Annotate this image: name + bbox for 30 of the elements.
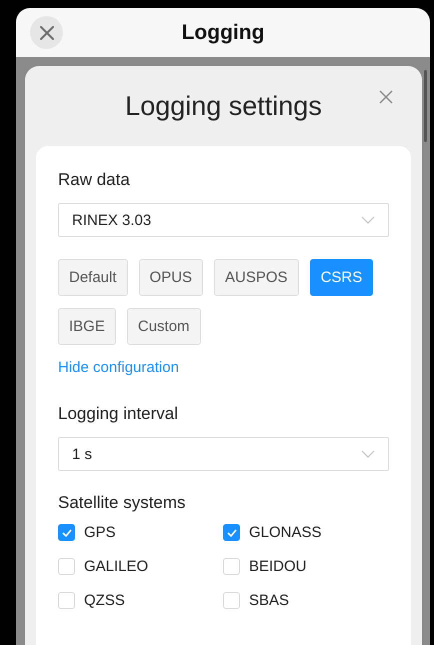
dropdown-value: RINEX 3.03 [72,212,152,228]
checkbox[interactable] [223,524,240,541]
scrollbar[interactable] [424,70,427,142]
checkmark-icon [62,528,72,536]
chevron-down-icon [361,216,375,224]
chevron-down-icon [361,450,375,458]
close-button[interactable] [30,16,63,49]
preset-button[interactable]: IBGE [58,308,116,345]
checkbox-label: SBAS [249,592,290,609]
checkbox-label: GALILEO [84,558,148,575]
page-title: Logging [182,20,264,44]
dropdown-field[interactable]: RINEX 3.03 [58,203,389,237]
close-icon[interactable] [379,90,393,104]
dropdown-value: 1 s [72,446,92,462]
preset-button[interactable]: Custom [126,308,201,345]
checkbox-label: QZSS [84,592,125,609]
close-icon [40,26,54,40]
checkbox[interactable] [58,524,75,541]
checkbox-label: GPS [84,524,116,541]
dropdown-field[interactable]: 1 s [58,437,389,471]
checkbox-label: BEIDOU [249,558,307,575]
preset-button[interactable]: AUSPOS [214,259,299,296]
preset-button[interactable]: OPUS [138,259,204,296]
preset-button[interactable]: Default [58,259,128,296]
dialog-title: Logging settings [125,90,322,122]
checkbox-label: GLONASS [249,524,322,541]
section-label: Raw data [58,170,131,190]
section-label: Logging interval [58,404,180,424]
checkmark-icon [226,528,236,536]
section-label: Satellite systems [58,493,187,513]
